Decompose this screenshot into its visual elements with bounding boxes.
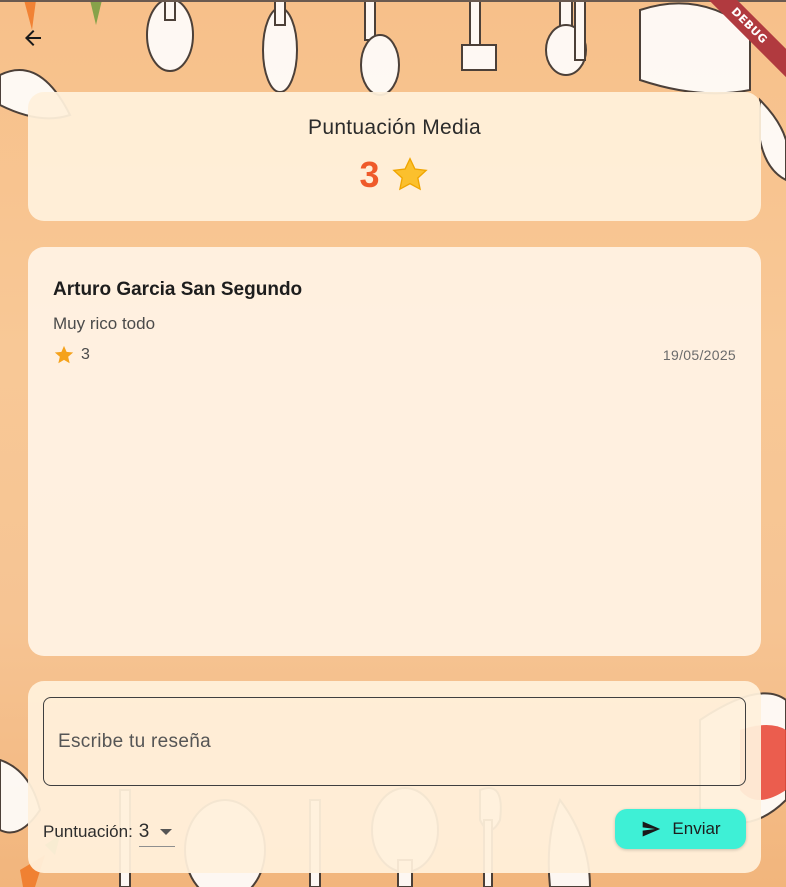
- list-item: Arturo Garcia San Segundo Muy rico todo …: [53, 279, 736, 366]
- dropdown-arrow-icon: [160, 828, 173, 835]
- review-text: Muy rico todo: [53, 314, 156, 333]
- average-score-row: 3: [28, 154, 761, 196]
- average-score-title: Puntuación Media: [308, 116, 481, 139]
- score-dropdown[interactable]: 3: [138, 817, 176, 847]
- score-row: Puntuación: 3: [43, 817, 176, 847]
- review-rating: 3: [81, 346, 90, 363]
- score-value: 3: [138, 820, 150, 842]
- star-emoji-icon: [391, 157, 428, 191]
- review-form: Puntuación: 3 Enviar: [28, 681, 761, 873]
- review-author: Arturo Garcia San Segundo: [53, 279, 303, 300]
- review-rating-wrap: 3: [53, 344, 90, 366]
- window-top-border: [0, 0, 786, 2]
- review-meta: 3 19/05/2025: [53, 344, 736, 366]
- send-icon: [643, 821, 661, 837]
- score-label: Puntuación:: [43, 822, 133, 841]
- send-button[interactable]: Enviar: [615, 809, 746, 849]
- review-date: 19/05/2025: [662, 347, 736, 363]
- star-icon: [54, 345, 74, 364]
- review-input[interactable]: [43, 697, 746, 786]
- average-score-value: 3: [359, 154, 380, 195]
- send-button-label: Enviar: [672, 819, 721, 838]
- back-button[interactable]: [14, 22, 52, 54]
- reviews-list: Arturo Garcia San Segundo Muy rico todo …: [28, 247, 761, 656]
- arrow-back-icon: [25, 30, 41, 46]
- average-score-card: Puntuación Media 3: [28, 92, 761, 221]
